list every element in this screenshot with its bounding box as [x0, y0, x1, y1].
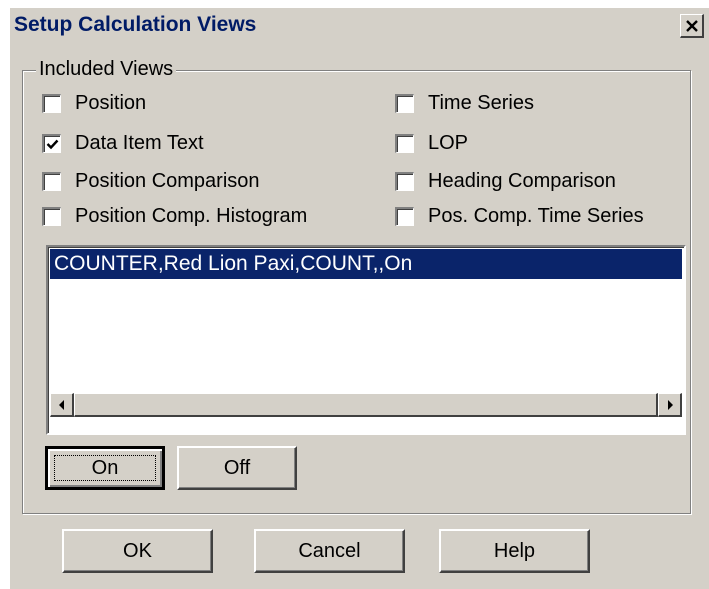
checkbox-box[interactable]: [395, 94, 414, 113]
help-button[interactable]: Help: [439, 529, 590, 573]
scroll-left-button[interactable]: [50, 393, 74, 417]
checkbox-box[interactable]: [42, 207, 61, 226]
horizontal-scrollbar[interactable]: [50, 393, 682, 417]
dialog-title: Setup Calculation Views: [14, 13, 257, 36]
cancel-button[interactable]: Cancel: [254, 529, 405, 573]
ok-button-label: OK: [123, 539, 152, 562]
checkbox-position-comparison[interactable]: Position Comparison: [42, 170, 260, 193]
checkbox-box[interactable]: [395, 172, 414, 191]
help-button-label: Help: [493, 539, 536, 562]
checkbox-time-series[interactable]: Time Series: [395, 92, 534, 115]
list-item[interactable]: COUNTER,Red Lion Paxi,COUNT,,On: [50, 249, 682, 279]
checkbox-box[interactable]: [395, 207, 414, 226]
off-button-label: Off: [223, 456, 251, 479]
included-views-label: Included Views: [36, 58, 177, 81]
checkbox-label: Time Series: [428, 92, 534, 114]
setup-calculation-views-dialog: Setup Calculation Views Included Views P…: [10, 8, 709, 589]
arrow-left-icon: [58, 399, 64, 410]
checkbox-box[interactable]: [42, 172, 61, 191]
cancel-button-label: Cancel: [298, 539, 361, 562]
checkbox-label: Pos. Comp. Time Series: [428, 205, 644, 227]
checkbox-pos-comp-time-series[interactable]: Pos. Comp. Time Series: [395, 205, 644, 228]
checkbox-box[interactable]: [395, 134, 414, 153]
checkbox-heading-comparison[interactable]: Heading Comparison: [395, 170, 616, 193]
ok-button[interactable]: OK: [62, 529, 213, 573]
checkmark-icon: [46, 139, 58, 149]
checkbox-label: Position Comp. Histogram: [75, 205, 308, 227]
checkbox-box[interactable]: [42, 134, 61, 153]
off-button[interactable]: Off: [177, 446, 297, 490]
scroll-right-button[interactable]: [658, 393, 682, 417]
focus-ring: [54, 455, 156, 481]
views-listbox[interactable]: COUNTER,Red Lion Paxi,COUNT,,On: [46, 245, 686, 435]
checkbox-position-comp-histogram[interactable]: Position Comp. Histogram: [42, 205, 307, 228]
on-button[interactable]: On: [45, 446, 165, 490]
checkbox-lop[interactable]: LOP: [395, 132, 468, 155]
checkbox-label: Data Item Text: [75, 132, 204, 154]
arrow-right-icon: [667, 399, 673, 410]
checkbox-label: Position: [75, 92, 147, 114]
close-button[interactable]: [680, 14, 704, 38]
checkbox-position[interactable]: Position: [42, 92, 146, 115]
checkbox-label: Position Comparison: [75, 170, 260, 192]
close-icon: [685, 19, 698, 32]
checkbox-label: LOP: [428, 132, 469, 154]
checkbox-box[interactable]: [42, 94, 61, 113]
title-bar[interactable]: Setup Calculation Views: [10, 8, 709, 44]
checkbox-label: Heading Comparison: [428, 170, 616, 192]
scrollbar-thumb[interactable]: [74, 393, 658, 417]
checkbox-data-item-text[interactable]: Data Item Text: [42, 132, 204, 155]
